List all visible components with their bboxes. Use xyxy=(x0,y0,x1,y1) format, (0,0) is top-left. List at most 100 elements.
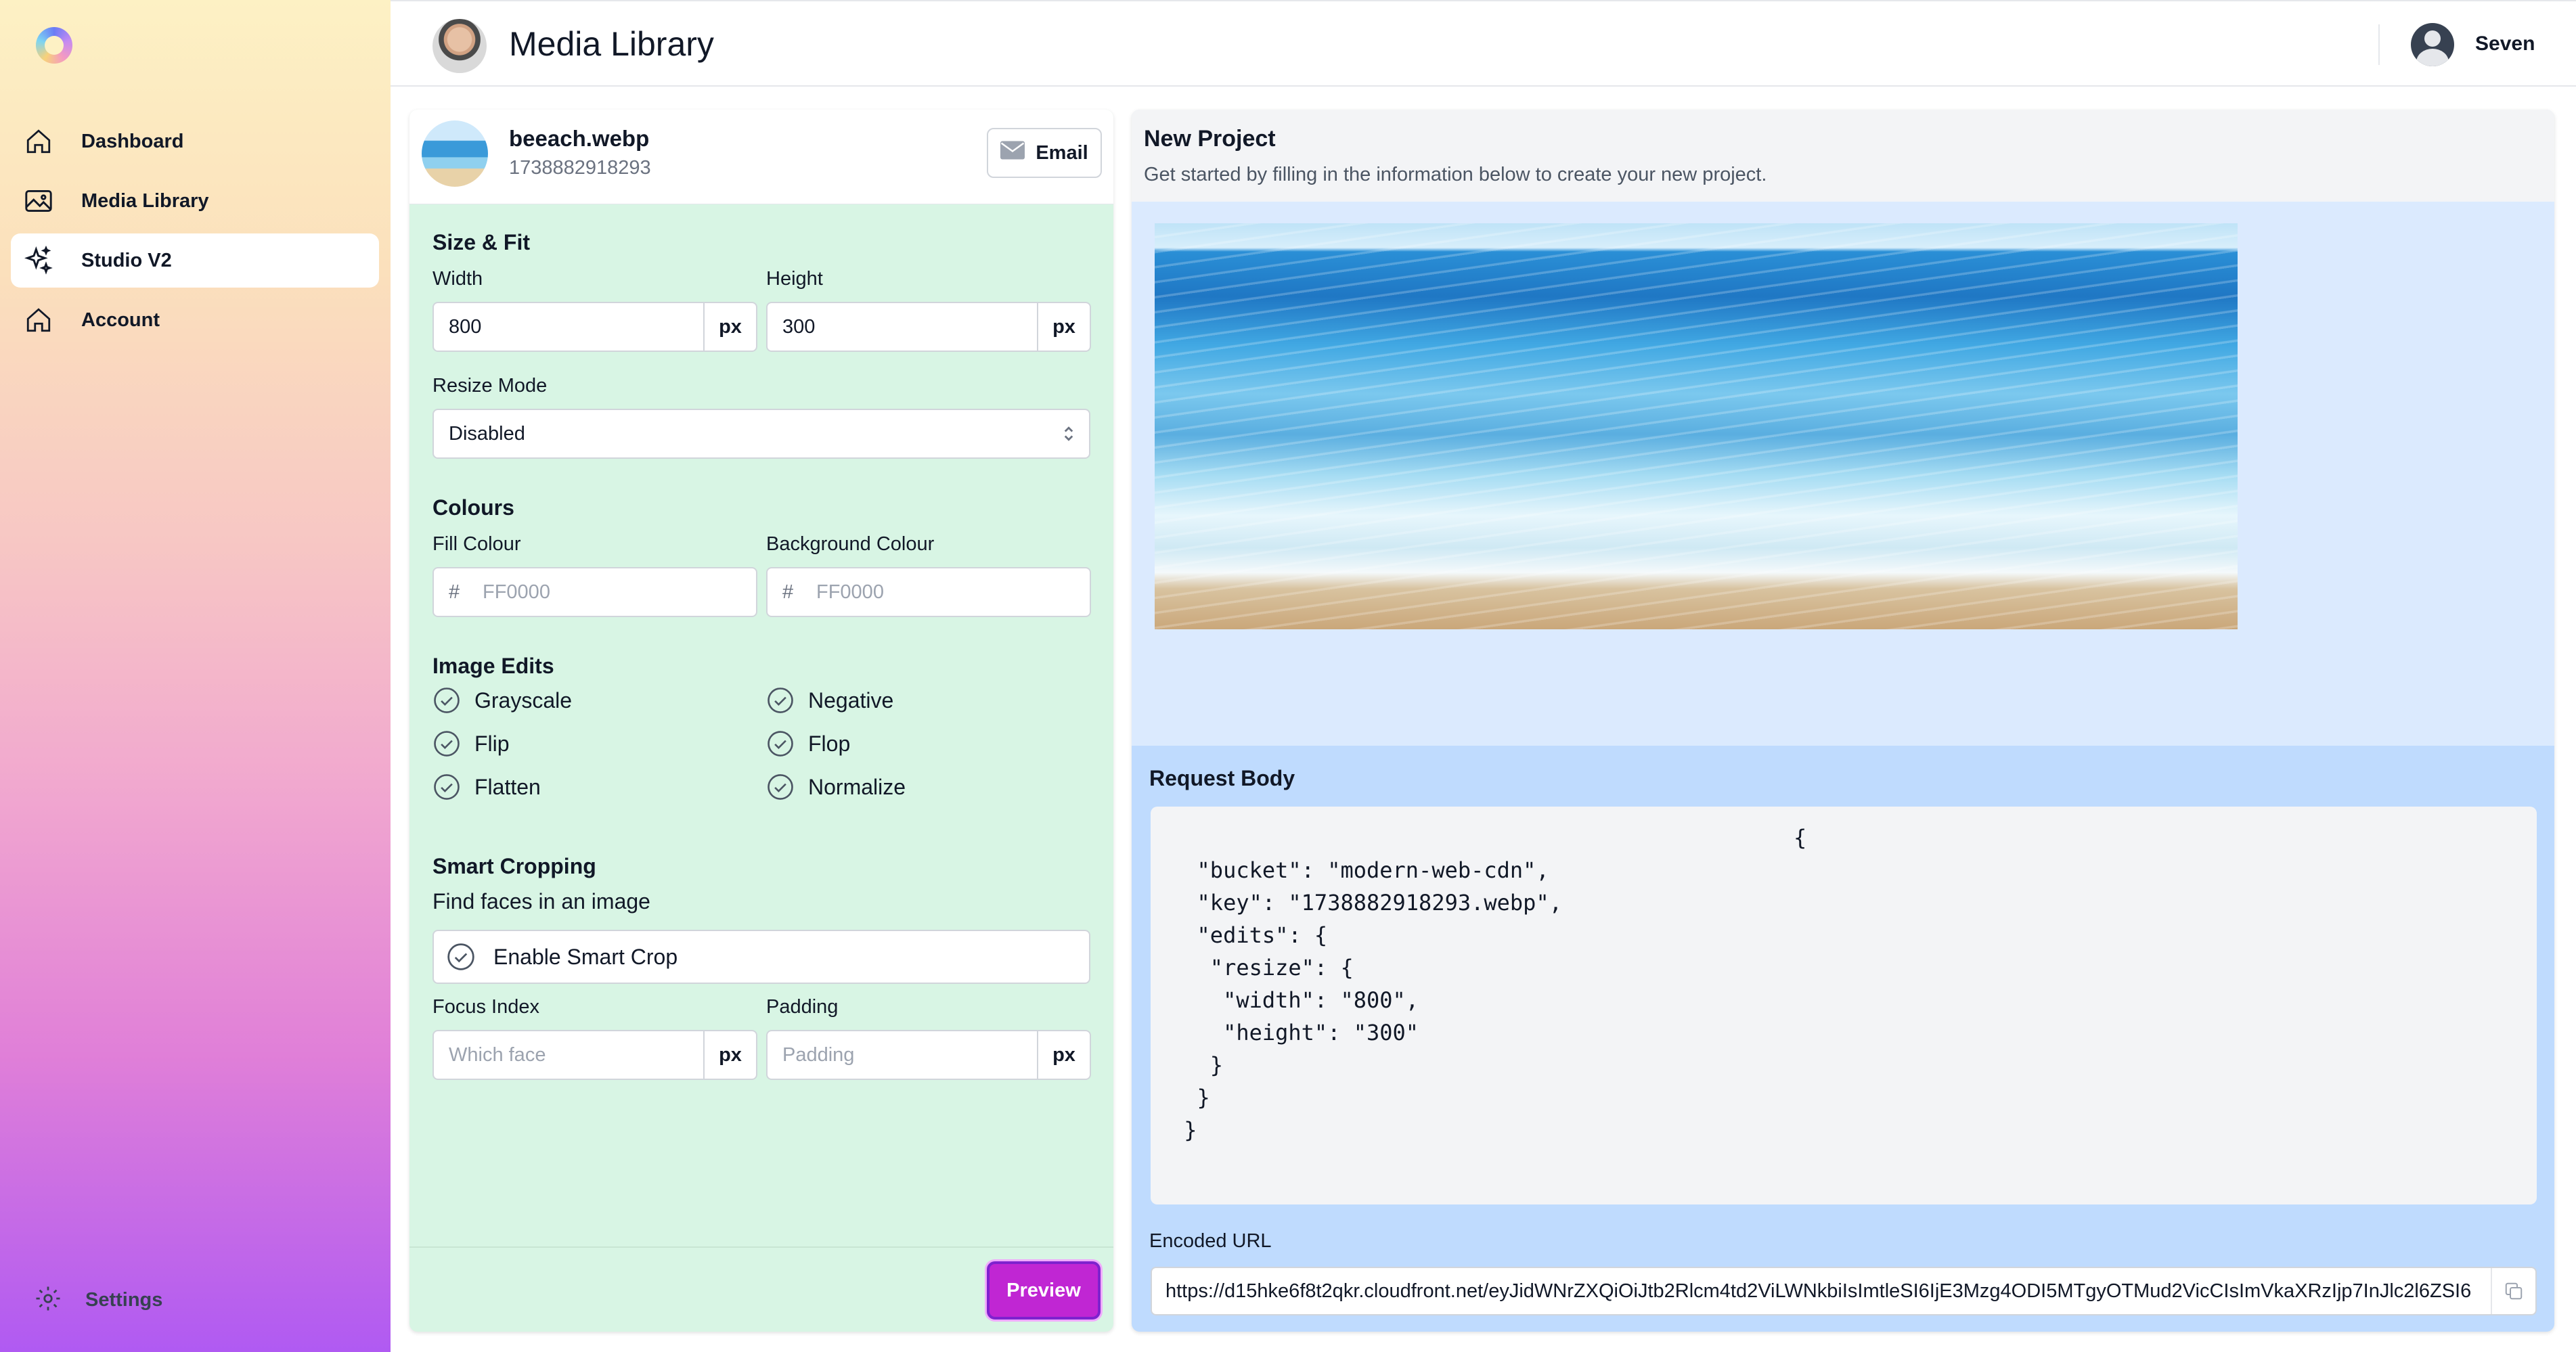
option-label: Grayscale xyxy=(474,688,573,713)
sidebar-item-label: Media Library xyxy=(81,189,209,212)
encoded-url-field[interactable]: https://d15hke6f8t2qkr.cloudfront.net/ey… xyxy=(1151,1267,2537,1315)
section-title-size-fit: Size & Fit xyxy=(432,230,531,254)
check-circle-icon xyxy=(434,688,460,713)
smart-cropping-subtitle: Find faces in an image xyxy=(432,889,650,914)
gear-icon xyxy=(34,1284,62,1316)
chevron-up-down-icon xyxy=(1048,424,1089,443)
width-value: 800 xyxy=(449,315,482,338)
file-id: 1738882918293 xyxy=(509,157,651,179)
check-circle-icon xyxy=(768,688,793,713)
file-name: beeach.webp xyxy=(509,126,650,151)
enable-smart-crop-toggle[interactable]: Enable Smart Crop xyxy=(432,930,1090,984)
project-title: New Project xyxy=(1144,126,1276,152)
check-circle-icon xyxy=(447,943,474,970)
focus-index-unit: px xyxy=(703,1031,756,1079)
padding-unit: px xyxy=(1037,1031,1090,1079)
width-unit: px xyxy=(703,303,756,351)
resize-mode-label: Resize Mode xyxy=(432,375,548,397)
top-header: Media Library Seven xyxy=(391,0,2576,87)
padding-label: Padding xyxy=(766,996,839,1018)
background-colour-label: Background Colour xyxy=(766,533,935,555)
sidebar-item-media-library[interactable]: Media Library xyxy=(11,174,379,228)
logo-icon xyxy=(36,27,72,64)
page-title: Media Library xyxy=(509,25,714,63)
fill-colour-input[interactable]: # FF0000 xyxy=(432,567,757,617)
height-input[interactable]: 300 px xyxy=(766,302,1091,352)
resize-mode-select[interactable]: Disabled xyxy=(432,409,1090,459)
encoded-url-value: https://d15hke6f8t2qkr.cloudfront.net/ey… xyxy=(1165,1280,2472,1302)
background-colour-input[interactable]: # FF0000 xyxy=(766,567,1091,617)
width-label: Width xyxy=(432,268,483,290)
toggle-label: Enable Smart Crop xyxy=(493,944,678,969)
sidebar: Dashboard Media Library Studio V2 Accoun… xyxy=(0,0,391,1352)
sidebar-item-label: Dashboard xyxy=(81,130,184,152)
request-body-title: Request Body xyxy=(1149,766,1295,790)
request-body-code: { "bucket": "modern-web-cdn", "key": "17… xyxy=(1151,807,2537,1204)
focus-index-placeholder: Which face xyxy=(449,1043,546,1066)
file-thumbnail xyxy=(422,120,488,187)
project-panel: New Project Get started by filling in th… xyxy=(1132,110,2554,1332)
background-colour-placeholder: FF0000 xyxy=(816,581,884,603)
mail-icon xyxy=(1000,141,1025,165)
focus-index-input[interactable]: Which face px xyxy=(432,1030,757,1080)
header-divider xyxy=(2378,24,2380,65)
email-button[interactable]: Email xyxy=(987,128,1102,178)
focus-index-label: Focus Index xyxy=(432,996,539,1018)
option-flatten[interactable]: Flatten xyxy=(432,773,541,801)
section-title-image-edits: Image Edits xyxy=(432,654,554,678)
home-icon xyxy=(23,305,54,336)
settings-link[interactable]: Settings xyxy=(34,1284,162,1316)
file-header: beeach.webp 1738882918293 Email xyxy=(409,110,1113,204)
height-label: Height xyxy=(766,268,823,290)
email-label: Email xyxy=(1036,141,1088,164)
check-circle-icon xyxy=(434,774,460,800)
sidebar-item-account[interactable]: Account xyxy=(11,293,379,347)
option-normalize[interactable]: Normalize xyxy=(766,773,906,801)
encoded-url-label: Encoded URL xyxy=(1149,1230,1272,1252)
height-value: 300 xyxy=(782,315,816,338)
user-avatar[interactable] xyxy=(2411,23,2454,66)
image-icon xyxy=(23,185,54,217)
sidebar-item-dashboard[interactable]: Dashboard xyxy=(11,114,379,168)
option-label: Flop xyxy=(808,731,851,756)
option-flip[interactable]: Flip xyxy=(432,729,510,758)
preview-button[interactable]: Preview xyxy=(987,1261,1101,1320)
option-label: Negative xyxy=(808,688,894,713)
image-preview xyxy=(1155,223,2238,629)
option-flop[interactable]: Flop xyxy=(766,729,850,758)
hash-prefix: # xyxy=(449,581,460,603)
option-label: Normalize xyxy=(808,774,906,799)
fill-colour-label: Fill Colour xyxy=(432,533,521,555)
project-header: New Project Get started by filling in th… xyxy=(1132,110,2554,202)
request-body-section: Request Body { "bucket": "modern-web-cdn… xyxy=(1132,746,2554,1332)
padding-input[interactable]: Padding px xyxy=(766,1030,1091,1080)
resize-mode-value: Disabled xyxy=(449,422,525,445)
sidebar-item-label: Account xyxy=(81,309,160,331)
height-unit: px xyxy=(1037,303,1090,351)
option-negative[interactable]: Negative xyxy=(766,686,893,715)
padding-placeholder: Padding xyxy=(782,1043,855,1066)
check-circle-icon xyxy=(434,731,460,757)
check-circle-icon xyxy=(768,774,793,800)
editor-panel: beeach.webp 1738882918293 Email Size & F… xyxy=(409,110,1113,1332)
check-circle-icon xyxy=(768,731,793,757)
width-input[interactable]: 800 px xyxy=(432,302,757,352)
sparkles-icon xyxy=(23,245,54,276)
option-label: Flip xyxy=(474,731,510,756)
code-open-brace: { xyxy=(1794,825,1807,851)
option-grayscale[interactable]: Grayscale xyxy=(432,686,572,715)
home-icon xyxy=(23,126,54,157)
sidebar-item-label: Studio V2 xyxy=(81,249,172,271)
user-name[interactable]: Seven xyxy=(2475,32,2535,55)
section-title-colours: Colours xyxy=(432,495,514,520)
option-label: Flatten xyxy=(474,774,541,799)
copy-icon[interactable] xyxy=(2491,1268,2535,1314)
hash-prefix: # xyxy=(782,581,794,603)
avatar xyxy=(432,19,487,73)
sidebar-item-studio-v2[interactable]: Studio V2 xyxy=(11,233,379,288)
project-subtitle: Get started by filling in the informatio… xyxy=(1144,164,1767,185)
code-content: "bucket": "modern-web-cdn", "key": "1738… xyxy=(1184,857,1562,1143)
fill-colour-placeholder: FF0000 xyxy=(483,581,550,603)
section-title-smart-cropping: Smart Cropping xyxy=(432,854,596,878)
settings-label: Settings xyxy=(85,1289,163,1311)
